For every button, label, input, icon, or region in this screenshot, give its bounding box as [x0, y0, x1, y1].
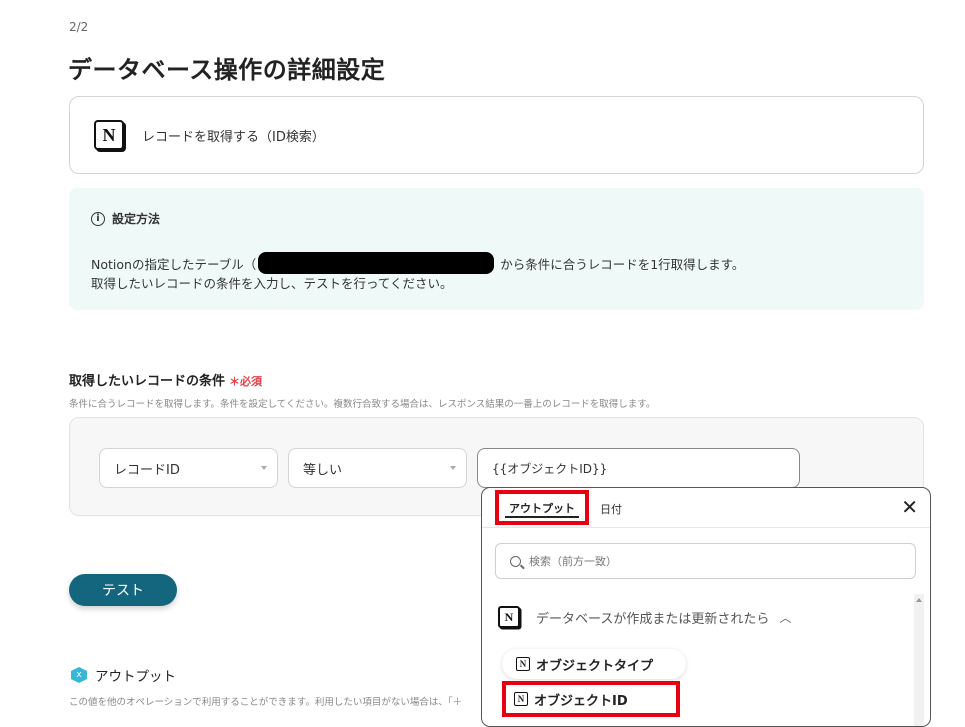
output-item-object-type[interactable]: N オブジェクトタイプ: [502, 649, 686, 679]
field-select-value: レコードID: [114, 462, 180, 478]
value-input-text: {{オブジェクトID}}: [492, 461, 608, 476]
info-line-1-suffix: から条件に合うレコードを1行取得します。: [500, 256, 745, 272]
tab-date[interactable]: 日付: [600, 501, 622, 517]
search-icon: [510, 555, 521, 567]
operator-select-value: 等しい: [303, 462, 343, 478]
page-title: データベース操作の詳細設定: [68, 56, 386, 84]
info-heading: i 設定方法: [91, 210, 160, 227]
trigger-group[interactable]: N データベースが作成または更新されたら ︿: [498, 606, 791, 628]
search-placeholder: 検索（前方一致）: [529, 555, 617, 568]
redacted-table-name: [258, 252, 495, 274]
action-card[interactable]: N レコードを取得する（ID検索）: [69, 96, 924, 174]
field-select[interactable]: レコードID: [99, 448, 278, 488]
output-heading: x アウトプット: [71, 665, 176, 685]
output-picker-popup: アウトプット 日付 ✕ 検索（前方一致） N データベースが作成または更新された…: [481, 487, 931, 727]
info-line-2: 取得したいレコードの条件を入力し、テストを行ってください。: [91, 276, 453, 291]
info-line-1-prefix: Notionの指定したテーブル（: [91, 256, 257, 272]
info-icon: i: [91, 211, 105, 226]
popup-tabs: アウトプット 日付 ✕: [482, 488, 930, 528]
search-input[interactable]: 検索（前方一致）: [495, 543, 916, 579]
chevron-down-icon: [450, 466, 456, 470]
action-label: レコードを取得する（ID検索）: [142, 129, 325, 145]
step-indicator: 2/2: [69, 20, 89, 34]
output-item-object-id[interactable]: N オブジェクトID: [502, 681, 680, 717]
scroll-up-icon[interactable]: [916, 598, 922, 602]
notion-logo-icon: N: [94, 120, 124, 150]
info-box: i 設定方法 Notionの指定したテーブル（ から条件に合うレコードを1行取得…: [69, 188, 924, 310]
close-icon[interactable]: ✕: [901, 497, 918, 517]
required-badge: ＊必須: [229, 375, 263, 388]
condition-description: 条件に合うレコードを取得します。条件を設定してください。複数行合致する場合は、レ…: [69, 399, 656, 410]
chevron-up-icon[interactable]: ︿: [779, 609, 791, 626]
condition-label-text: 取得したいレコードの条件: [69, 374, 226, 389]
output-heading-text: アウトプット: [95, 669, 176, 685]
info-line-1: Notionの指定したテーブル（ から条件に合うレコードを1行取得します。: [91, 252, 744, 274]
notion-logo-icon: N: [516, 657, 530, 671]
output-item-label: オブジェクトID: [534, 693, 628, 709]
operator-select[interactable]: 等しい: [288, 448, 467, 488]
output-description: この値を他のオペレーションで利用することができます。利用したい項目がない場合は、…: [69, 697, 463, 708]
info-heading-text: 設定方法: [112, 212, 161, 226]
notion-logo-icon: N: [514, 692, 528, 706]
notion-logo-icon: N: [498, 606, 520, 628]
chevron-down-icon: [261, 466, 267, 470]
trigger-group-label: データベースが作成または更新されたら: [536, 611, 770, 627]
output-icon: x: [71, 667, 87, 683]
test-button[interactable]: テスト: [69, 574, 177, 606]
value-input[interactable]: {{オブジェクトID}}: [477, 448, 800, 488]
scrollbar[interactable]: [914, 594, 924, 726]
condition-label: 取得したいレコードの条件 ＊必須: [69, 370, 262, 389]
output-item-label: オブジェクトタイプ: [536, 658, 654, 674]
tab-output[interactable]: アウトプット: [495, 490, 589, 525]
